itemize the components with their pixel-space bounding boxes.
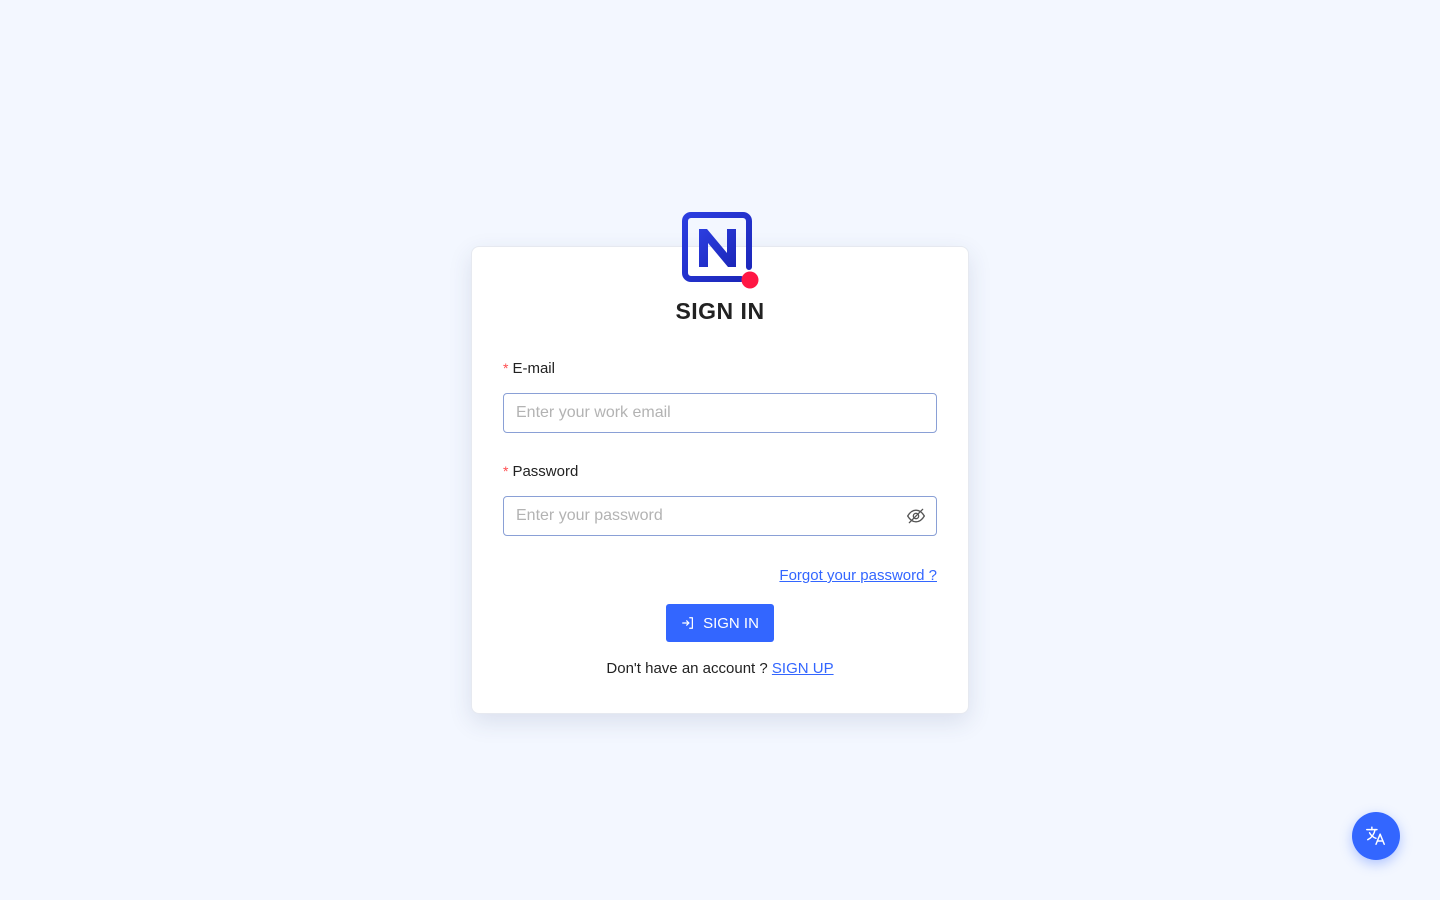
- email-label: * E-mail: [503, 360, 555, 377]
- required-mark: *: [503, 360, 509, 376]
- signup-row: Don't have an account ? SIGN UP: [471, 660, 969, 677]
- eye-off-icon[interactable]: [906, 506, 926, 526]
- sign-up-link[interactable]: SIGN UP: [772, 660, 834, 677]
- language-button[interactable]: [1352, 812, 1400, 860]
- password-label: * Password: [503, 463, 578, 480]
- sign-in-button-label: SIGN IN: [703, 614, 759, 632]
- signup-prompt: Don't have an account ?: [606, 660, 768, 677]
- page: SIGN IN *E-mail *Password Forgot your pa…: [0, 0, 1440, 900]
- login-icon: [682, 617, 694, 629]
- password-label-text: Password: [512, 463, 579, 480]
- translate-icon: [1366, 826, 1385, 845]
- password-input[interactable]: [503, 496, 937, 536]
- email-label-text: E-mail: [512, 360, 555, 377]
- sign-in-button[interactable]: SIGN IN: [666, 604, 774, 642]
- required-mark: *: [503, 463, 509, 479]
- forgot-password-link[interactable]: Forgot your password ?: [779, 567, 937, 584]
- email-input[interactable]: [503, 393, 937, 433]
- page-title: SIGN IN: [675, 298, 765, 324]
- n-logo-icon: [682, 212, 759, 289]
